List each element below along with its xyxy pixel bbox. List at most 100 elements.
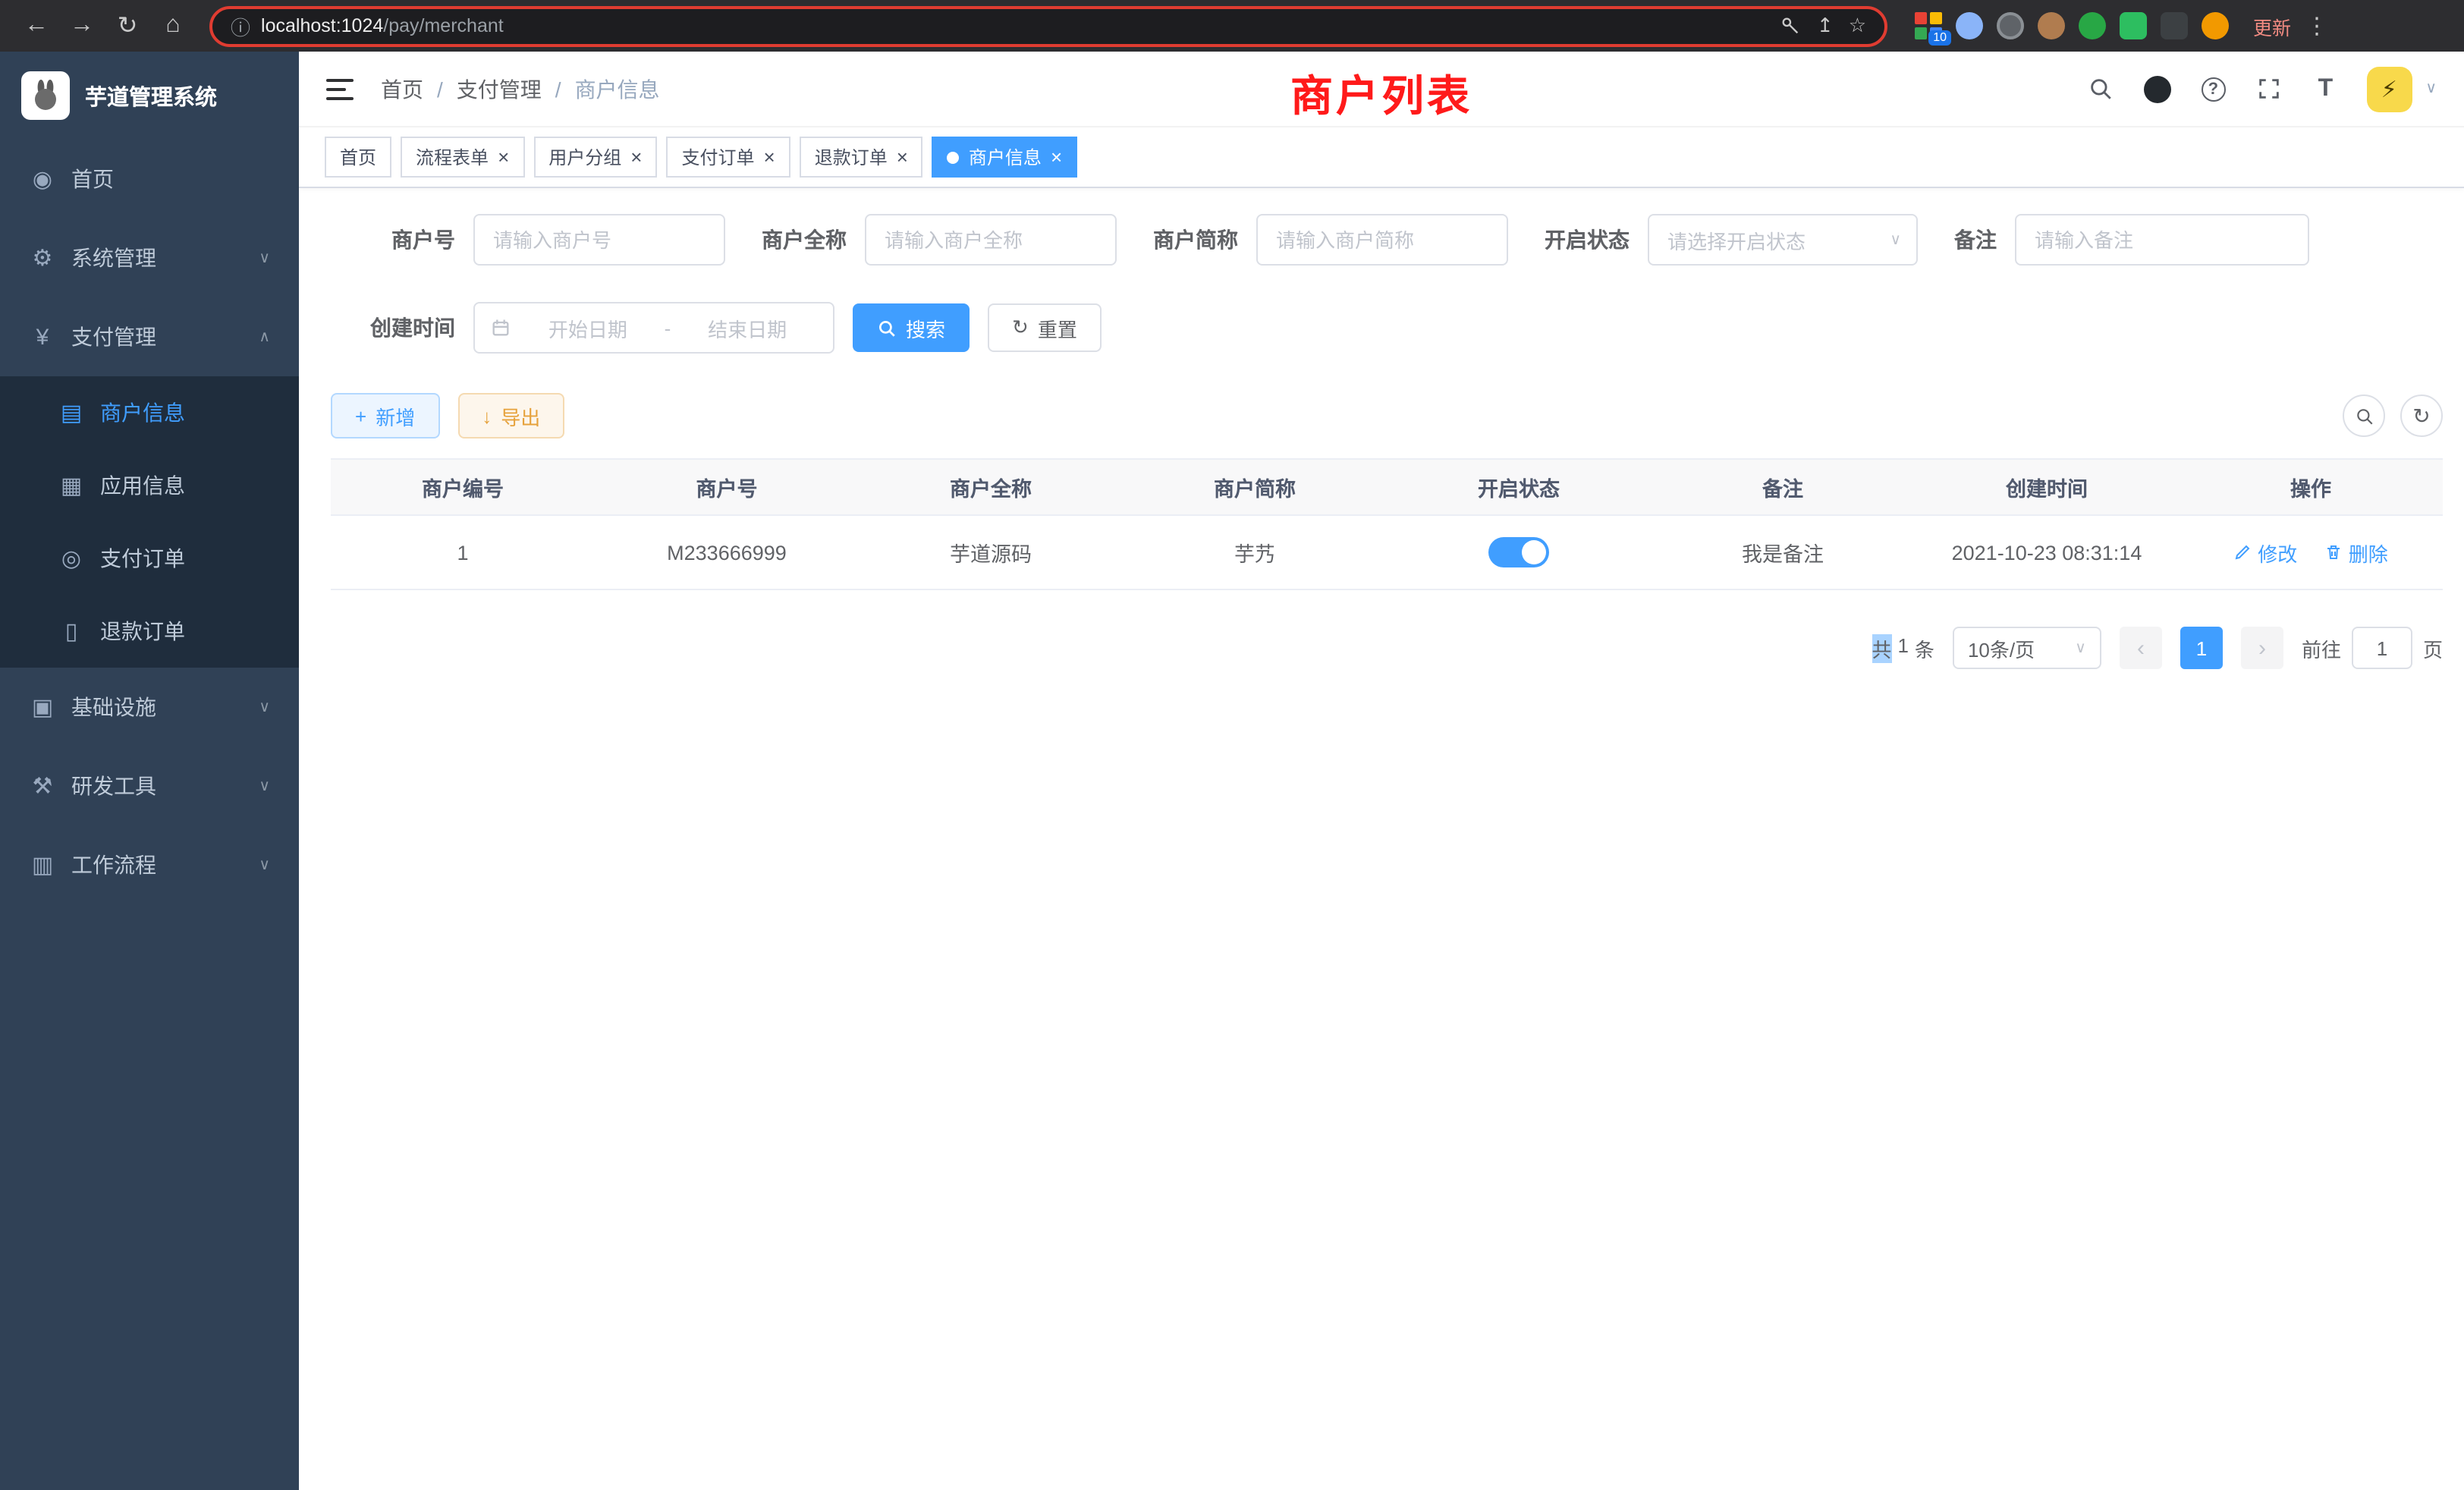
grid-square-yellow (1930, 12, 1942, 24)
tab-process-form[interactable]: 流程表单 × (401, 137, 524, 178)
sidebar-subitem-pay-order[interactable]: ◎ 支付订单 (0, 522, 299, 595)
password-key-icon[interactable] (1780, 15, 1802, 36)
browser-forward-icon[interactable]: → (61, 5, 103, 47)
reset-button-label: 重置 (1038, 313, 1077, 342)
tab-label: 退款订单 (815, 144, 888, 170)
add-button[interactable]: + 新增 (331, 393, 439, 439)
close-icon[interactable]: × (1051, 147, 1062, 167)
tab-merchant-info[interactable]: 商户信息 × (932, 137, 1077, 178)
main-area: 首页 / 支付管理 / 商户信息 商户列表 ? T (299, 52, 2464, 1490)
sidebar-subitem-merchant-info[interactable]: ▤ 商户信息 (0, 376, 299, 449)
extensions-grid-icon[interactable]: 10 (1915, 12, 1942, 39)
full-name-label: 商户全称 (762, 225, 847, 255)
share-icon[interactable]: ↥ (1817, 14, 1834, 38)
gray-extension-icon[interactable] (1997, 12, 2024, 39)
page-size-select[interactable]: 10条/页 ∨ (1953, 627, 2101, 669)
goto-page-input[interactable] (2352, 627, 2412, 669)
monitor-icon: ▣ (29, 693, 56, 721)
close-icon[interactable]: × (764, 147, 775, 167)
dark-extension-icon[interactable] (2161, 12, 2188, 39)
short-name-input[interactable] (1256, 214, 1508, 266)
table-tools: ↻ (2343, 395, 2443, 437)
orange-avatar-extension-icon[interactable] (2202, 12, 2229, 39)
col-full-name: 商户全称 (859, 459, 1123, 515)
user-avatar[interactable]: ⚡ (2366, 66, 2412, 112)
browser-menu-icon[interactable]: ⋮ (2303, 12, 2330, 39)
sidebar-subitem-refund-order[interactable]: ▯ 退款订单 (0, 595, 299, 668)
prev-page-button[interactable]: ‹ (2120, 627, 2162, 669)
create-time-range-picker[interactable]: 开始日期 - 结束日期 (473, 302, 834, 354)
total-count: 1 (1897, 633, 1908, 662)
github-icon[interactable] (2142, 74, 2172, 104)
help-icon[interactable]: ? (2198, 74, 2228, 104)
pagination-total: 共 1 条 (1872, 633, 1934, 662)
tab-label: 流程表单 (416, 144, 489, 170)
remark-input[interactable] (2015, 214, 2309, 266)
sidebar-item-home[interactable]: ◉ 首页 (0, 140, 299, 218)
collapse-menu-icon[interactable] (326, 78, 354, 99)
col-remark: 备注 (1651, 459, 1915, 515)
merchant-no-input[interactable] (473, 214, 725, 266)
full-name-input[interactable] (865, 214, 1117, 266)
total-prefix: 共 (1872, 633, 1891, 662)
table-header-row: 商户编号 商户号 商户全称 商户简称 开启状态 备注 创建时间 操作 (331, 459, 2443, 515)
screen: ← → ↻ ⌂ ⓘ localhost:1024/pay/merchant ↥ … (0, 0, 2464, 1490)
sidebar-item-devtools[interactable]: ⚒ 研发工具 ∨ (0, 747, 299, 825)
chevron-up-icon: ∧ (259, 328, 270, 345)
url-bar[interactable]: ⓘ localhost:1024/pay/merchant ↥ ☆ (209, 5, 1887, 46)
close-icon[interactable]: × (897, 147, 908, 167)
breadcrumb-home[interactable]: 首页 (381, 74, 423, 104)
sidebar-item-label: 支付管理 (71, 322, 156, 352)
status-select[interactable]: 请选择开启状态 ∨ (1648, 214, 1918, 266)
sidebar-subitem-app-info[interactable]: ▦ 应用信息 (0, 449, 299, 522)
avatar-extension-icon[interactable] (2038, 12, 2065, 39)
font-size-icon[interactable]: T (2310, 74, 2340, 104)
page-number-1[interactable]: 1 (2180, 627, 2223, 669)
page-title-annotation: 商户列表 (1290, 64, 1472, 124)
question-glyph: ? (2201, 77, 2225, 101)
status-label: 开启状态 (1545, 225, 1630, 255)
dashboard-icon: ◉ (29, 165, 56, 193)
green-circle-extension-icon[interactable] (2079, 12, 2106, 39)
chevron-down-icon: ∨ (2075, 640, 2086, 656)
browser-reload-icon[interactable]: ↻ (106, 5, 149, 47)
blue-extension-icon[interactable] (1956, 12, 1983, 39)
search-button[interactable]: 搜索 (853, 303, 970, 352)
url-host: localhost:1024 (261, 15, 383, 36)
fullscreen-icon[interactable] (2254, 74, 2284, 104)
sidebar-item-workflow[interactable]: ▥ 工作流程 ∨ (0, 825, 299, 904)
next-page-button[interactable]: › (2241, 627, 2283, 669)
browser-home-icon[interactable]: ⌂ (152, 5, 194, 47)
extension-badge: 10 (1928, 30, 1951, 46)
browser-back-icon[interactable]: ← (15, 5, 58, 47)
edit-link-label: 修改 (2258, 538, 2297, 567)
toggle-search-button[interactable] (2343, 395, 2385, 437)
reset-button[interactable]: ↻ 重置 (988, 303, 1102, 352)
avatar-caret-icon[interactable]: ∨ (2425, 80, 2437, 97)
sidebar-item-system[interactable]: ⚙ 系统管理 ∨ (0, 218, 299, 297)
search-icon[interactable] (2085, 74, 2116, 104)
status-toggle[interactable] (1488, 537, 1549, 567)
short-name-label: 商户简称 (1153, 225, 1238, 255)
close-icon[interactable]: × (630, 147, 642, 167)
export-button[interactable]: ↓ 导出 (457, 393, 564, 439)
breadcrumb-payment[interactable]: 支付管理 (457, 74, 542, 104)
browser-update-button[interactable]: 更新 (2253, 11, 2291, 40)
tab-pay-order[interactable]: 支付订单 × (666, 137, 790, 178)
tab-refund-order[interactable]: 退款订单 × (800, 137, 923, 178)
sidebar-item-payment[interactable]: ¥ 支付管理 ∧ (0, 297, 299, 376)
cell-status (1387, 515, 1651, 589)
sidebar-item-infrastructure[interactable]: ▣ 基础设施 ∨ (0, 668, 299, 747)
bookmark-star-icon[interactable]: ☆ (1849, 14, 1866, 38)
tab-user-group[interactable]: 用户分组 × (533, 137, 657, 178)
delete-link[interactable]: 删除 (2324, 538, 2388, 567)
refresh-table-button[interactable]: ↻ (2400, 395, 2443, 437)
edit-link[interactable]: 修改 (2233, 538, 2297, 567)
cell-merchant-no: M233666999 (595, 515, 859, 589)
site-info-icon[interactable]: ⓘ (231, 11, 250, 40)
logo-row[interactable]: 芋道管理系统 (0, 52, 299, 140)
green-square-extension-icon[interactable] (2120, 12, 2147, 39)
tab-home[interactable]: 首页 (325, 137, 391, 178)
close-icon[interactable]: × (498, 147, 509, 167)
sidebar-subitem-label: 应用信息 (100, 470, 185, 501)
